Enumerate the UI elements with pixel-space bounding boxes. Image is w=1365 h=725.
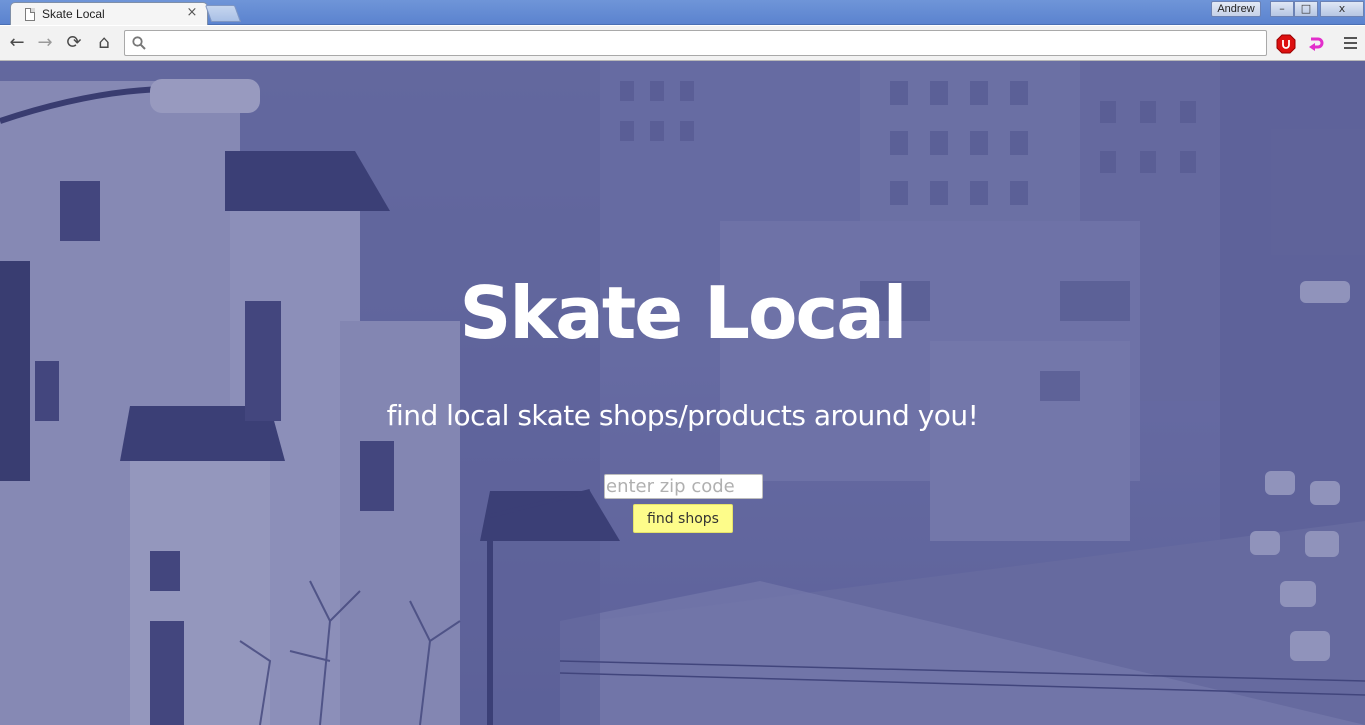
find-shops-button[interactable]: find shops xyxy=(633,504,733,533)
search-icon xyxy=(132,36,146,50)
page-viewport: Skate Local find local skate shops/produ… xyxy=(0,61,1365,725)
maximize-button[interactable]: □ xyxy=(1294,1,1318,17)
address-bar[interactable] xyxy=(124,30,1267,56)
pink-arrow-icon[interactable] xyxy=(1307,34,1327,54)
address-input[interactable] xyxy=(153,33,1253,53)
color-overlay xyxy=(0,61,1365,725)
back-arrow-icon[interactable]: ← xyxy=(6,32,28,54)
page-subtitle: find local skate shops/products around y… xyxy=(386,399,979,432)
profile-badge[interactable]: Andrew xyxy=(1211,1,1261,17)
tab-title: Skate Local xyxy=(42,7,105,21)
reload-icon[interactable]: ⟳ xyxy=(63,32,85,54)
home-icon[interactable]: ⌂ xyxy=(93,32,115,54)
page-title: Skate Local xyxy=(459,271,908,355)
new-tab-button[interactable] xyxy=(204,5,242,22)
adblock-icon[interactable] xyxy=(1276,34,1296,54)
tab-skate-local[interactable]: Skate Local × xyxy=(10,2,208,25)
forward-arrow-icon[interactable]: → xyxy=(34,32,56,54)
window-titlebar: Skate Local × Andrew – □ x xyxy=(0,0,1365,25)
close-window-button[interactable]: x xyxy=(1320,1,1364,17)
minimize-button[interactable]: – xyxy=(1270,1,1294,17)
hamburger-menu-icon[interactable] xyxy=(1340,33,1360,53)
zip-code-input[interactable] xyxy=(604,474,763,499)
tab-close-icon[interactable]: × xyxy=(185,5,199,20)
page-icon xyxy=(25,8,35,21)
browser-toolbar: ← → ⟳ ⌂ xyxy=(0,26,1365,61)
